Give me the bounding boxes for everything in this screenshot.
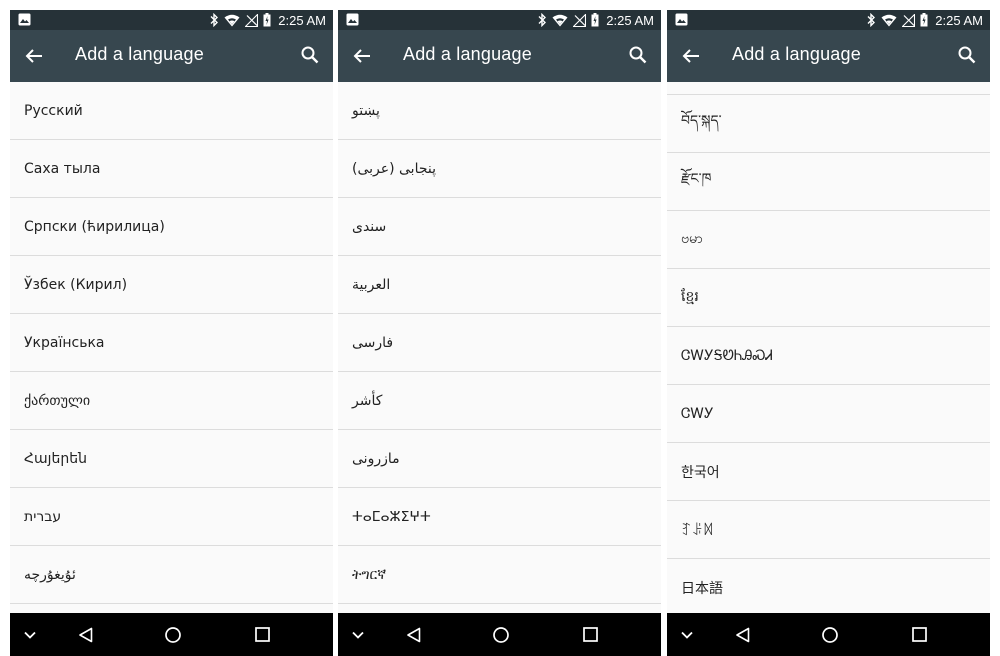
language-item[interactable]: کأشر: [338, 372, 661, 430]
language-item[interactable]: 한국어: [667, 443, 990, 501]
language-item[interactable]: مازرونی: [338, 430, 661, 488]
language-list: Русский Саха тыла Српски (ћирилица) Ўзбе…: [10, 82, 333, 613]
language-item[interactable]: پښتو: [338, 82, 661, 140]
language-item[interactable]: עברית: [10, 488, 333, 546]
list-partial-row: [667, 82, 990, 95]
back-button[interactable]: [22, 44, 46, 68]
page-title: Add a language: [732, 44, 861, 64]
battery-charging-icon: [920, 13, 928, 27]
nav-bar: [667, 613, 990, 656]
no-signal-icon: [573, 13, 587, 27]
language-list: བོད་སྐད་ རྫོང་ཁ ဗမာ ខ្មែរ ᏣᎳᎩᎦᏬᏂᎯᏍᏗ ᏣᎳᎩ …: [667, 82, 990, 613]
no-signal-icon: [245, 13, 259, 27]
image-notification-icon: [18, 13, 31, 26]
language-item[interactable]: ትግርኛ: [338, 546, 661, 604]
wifi-icon: [881, 14, 897, 26]
image-notification-icon: [346, 13, 359, 26]
nav-back-button[interactable]: [400, 613, 428, 656]
language-item[interactable]: ꆈꌠꉙ: [667, 501, 990, 559]
language-item[interactable]: ខ្មែរ: [667, 269, 990, 327]
wifi-icon: [552, 14, 568, 26]
back-button[interactable]: [679, 44, 703, 68]
status-time: 2:25 AM: [935, 12, 983, 28]
language-item[interactable]: བོད་སྐད་: [667, 95, 990, 153]
status-bar: 2:25 AM: [338, 10, 661, 30]
language-item[interactable]: ქართული: [10, 372, 333, 430]
status-time: 2:25 AM: [606, 12, 654, 28]
nav-recents-button[interactable]: [576, 613, 604, 656]
language-item[interactable]: سندی: [338, 198, 661, 256]
phone-screen-2: 2:25 AM Add a language پښتو پنجابی (عربی…: [338, 10, 661, 656]
language-item[interactable]: ئۇيغۇرچە: [10, 546, 333, 604]
language-item[interactable]: ဗမာ: [667, 211, 990, 269]
language-item[interactable]: རྫོང་ཁ: [667, 153, 990, 211]
nav-bar: [10, 613, 333, 656]
chevron-down-icon[interactable]: [675, 613, 699, 656]
search-icon[interactable]: [955, 43, 979, 67]
language-item[interactable]: ᏣᎳᎩᎦᏬᏂᎯᏍᏗ: [667, 327, 990, 385]
image-notification-icon: [675, 13, 688, 26]
status-bar: 2:25 AM: [10, 10, 333, 30]
phone-screen-3: 2:25 AM Add a language བོད་སྐད་ རྫོང་ཁ ဗ…: [667, 10, 990, 656]
status-bar: 2:25 AM: [667, 10, 990, 30]
nav-home-button[interactable]: [487, 613, 515, 656]
bluetooth-icon: [210, 13, 219, 27]
language-item[interactable]: Српски (ћирилица): [10, 198, 333, 256]
wifi-icon: [224, 14, 240, 26]
language-item[interactable]: العربية: [338, 256, 661, 314]
bluetooth-icon: [867, 13, 876, 27]
nav-home-button[interactable]: [816, 613, 844, 656]
language-item[interactable]: Հայերեն: [10, 430, 333, 488]
nav-recents-button[interactable]: [248, 613, 276, 656]
back-button[interactable]: [350, 44, 374, 68]
nav-back-button[interactable]: [729, 613, 757, 656]
bluetooth-icon: [538, 13, 547, 27]
status-time: 2:25 AM: [278, 12, 326, 28]
app-bar: Add a language: [338, 30, 661, 82]
phone-screen-1: 2:25 AM Add a language Русский Саха тыла…: [10, 10, 333, 656]
language-item[interactable]: فارسی: [338, 314, 661, 372]
language-item[interactable]: Українська: [10, 314, 333, 372]
language-item[interactable]: 日本語: [667, 559, 990, 613]
nav-bar: [338, 613, 661, 656]
language-item[interactable]: Ўзбек (Кирил): [10, 256, 333, 314]
battery-charging-icon: [263, 13, 271, 27]
language-list: پښتو پنجابی (عربی) سندی العربية فارسی کأ…: [338, 82, 661, 613]
language-item[interactable]: پنجابی (عربی): [338, 140, 661, 198]
nav-back-button[interactable]: [72, 613, 100, 656]
language-item[interactable]: Саха тыла: [10, 140, 333, 198]
chevron-down-icon[interactable]: [346, 613, 370, 656]
search-icon[interactable]: [298, 43, 322, 67]
nav-recents-button[interactable]: [905, 613, 933, 656]
battery-charging-icon: [591, 13, 599, 27]
app-bar: Add a language: [667, 30, 990, 82]
nav-home-button[interactable]: [159, 613, 187, 656]
page-title: Add a language: [75, 44, 204, 64]
app-bar: Add a language: [10, 30, 333, 82]
language-item[interactable]: ⵜⴰⵎⴰⵣⵉⵖⵜ: [338, 488, 661, 546]
page-title: Add a language: [403, 44, 532, 64]
language-item[interactable]: Русский: [10, 82, 333, 140]
no-signal-icon: [902, 13, 916, 27]
chevron-down-icon[interactable]: [18, 613, 42, 656]
language-item[interactable]: ᏣᎳᎩ: [667, 385, 990, 443]
search-icon[interactable]: [626, 43, 650, 67]
